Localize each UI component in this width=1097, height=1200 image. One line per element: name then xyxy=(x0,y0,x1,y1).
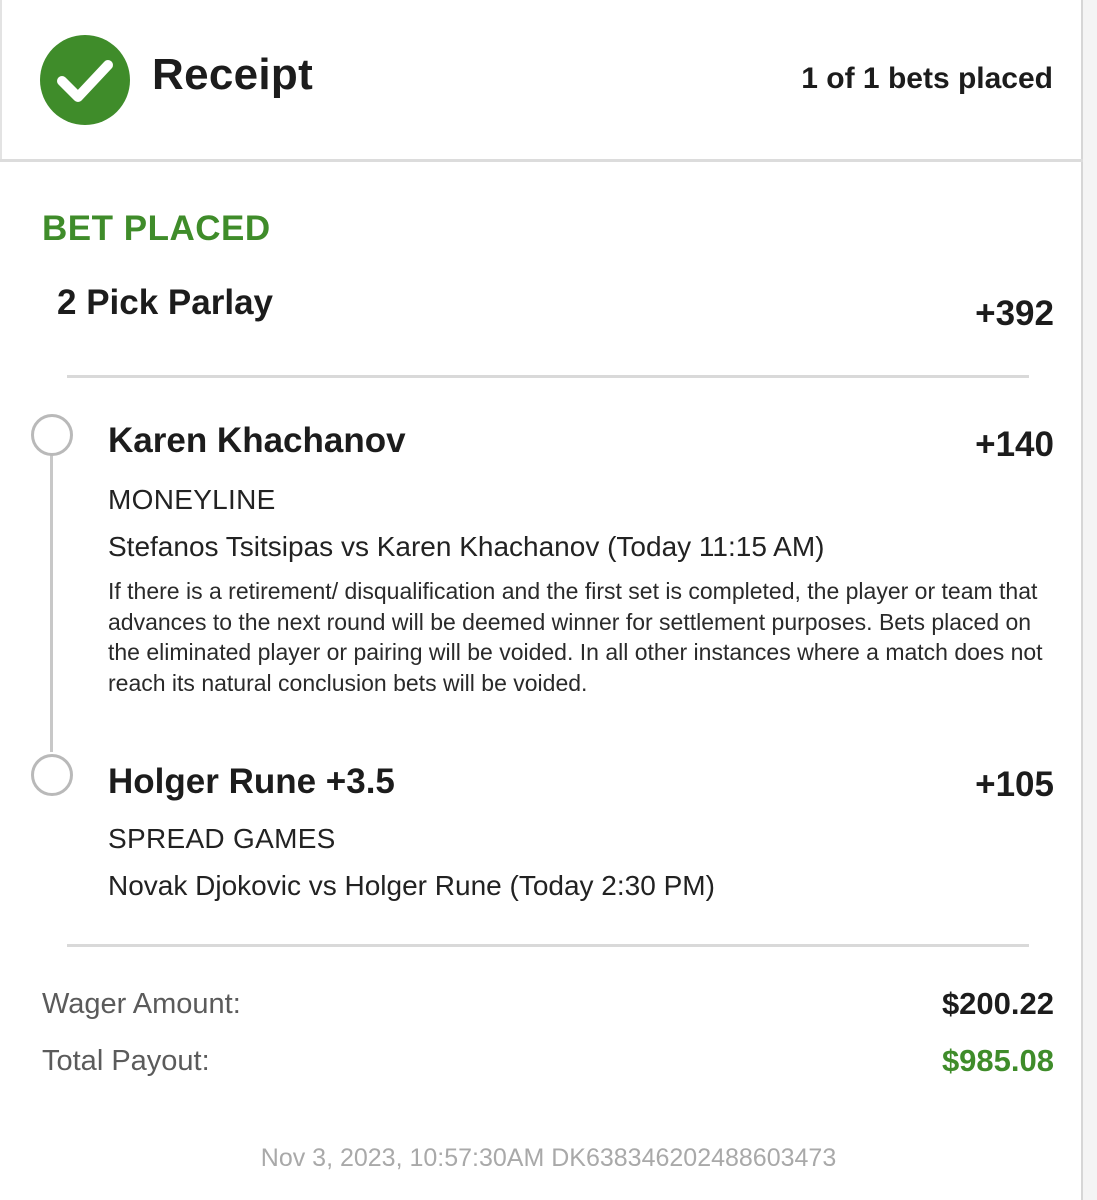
bet-status-label: BET PLACED xyxy=(42,209,271,248)
parlay-title: 2 Pick Parlay xyxy=(57,283,273,322)
pick-market-type: SPREAD GAMES xyxy=(108,823,336,854)
parlay-odds: +392 xyxy=(975,294,1054,333)
receipt-timestamp-id: Nov 3, 2023, 10:57:30AM DK63834620248860… xyxy=(260,1144,837,1172)
pick-selection-name: Karen Khachanov xyxy=(108,421,406,460)
page-title: Receipt xyxy=(152,50,314,99)
total-payout-value: $985.08 xyxy=(941,1043,1054,1078)
bets-placed-count: 1 of 1 bets placed xyxy=(801,62,1053,95)
divider-bottom xyxy=(67,944,1029,947)
wager-amount-label: Wager Amount: xyxy=(42,988,241,1020)
receipt-header: Receipt 1 of 1 bets placed xyxy=(0,0,1083,162)
pick-status-circle-icon xyxy=(31,414,73,456)
pick-odds: +105 xyxy=(975,765,1054,804)
check-circle-icon xyxy=(40,35,130,125)
pick-market-type: MONEYLINE xyxy=(108,484,276,515)
pick-event: Novak Djokovic vs Holger Rune (Today 2:3… xyxy=(108,870,715,901)
divider-top xyxy=(67,375,1029,378)
pick-selection-name: Holger Rune +3.5 xyxy=(108,762,395,801)
frame-edge xyxy=(1081,0,1097,1200)
pick-timeline-line xyxy=(50,455,53,752)
total-payout-label: Total Payout: xyxy=(42,1045,210,1077)
wager-amount-value: $200.22 xyxy=(941,986,1054,1021)
pick-event: Stefanos Tsitsipas vs Karen Khachanov (T… xyxy=(108,531,825,562)
pick-rules-text: If there is a retirement/ disqualificati… xyxy=(108,578,1043,696)
pick-status-circle-icon xyxy=(31,754,73,796)
pick-odds: +140 xyxy=(975,425,1054,464)
